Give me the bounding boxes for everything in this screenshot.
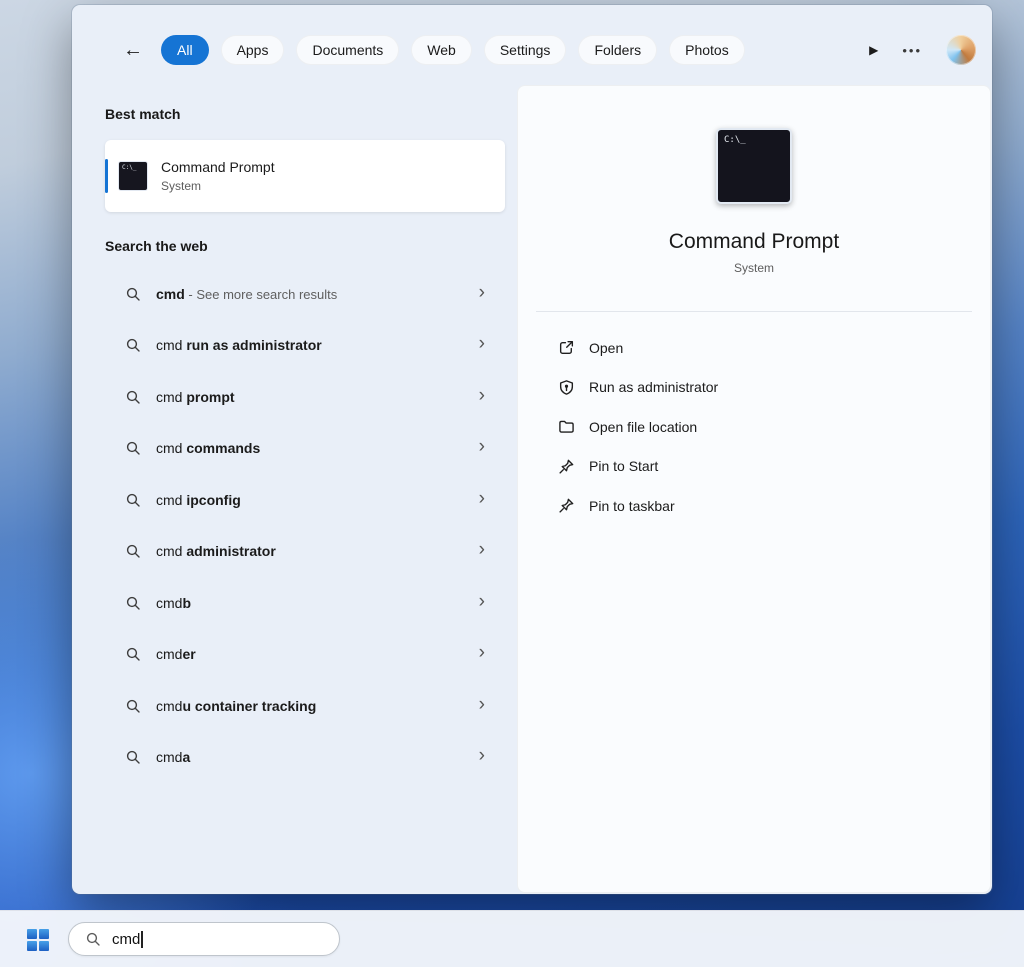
suggestion-text: cmdu container tracking (156, 698, 479, 714)
pin-icon (558, 497, 575, 514)
chevron-right-icon: › (479, 437, 485, 459)
web-section-heading: Search the web (105, 236, 505, 256)
best-match-heading: Best match (105, 104, 505, 124)
context-action[interactable]: Open file location (518, 407, 990, 447)
web-suggestion[interactable]: cmd administrator › (105, 526, 505, 578)
command-prompt-icon: C:\_ (118, 161, 148, 191)
taskbar-search-input[interactable]: cmd (68, 922, 340, 956)
search-icon (125, 749, 141, 765)
web-suggestion[interactable]: cmder › (105, 629, 505, 681)
pin-icon (558, 458, 575, 475)
filter-tabs-row: ← All Apps Documents Web Settings Folder… (116, 34, 976, 66)
context-action[interactable]: Run as administrator (518, 368, 990, 408)
chevron-right-icon: › (479, 386, 485, 408)
best-match-result[interactable]: C:\_ Command Prompt System (105, 140, 505, 212)
command-prompt-large-icon: C:\_ (716, 128, 792, 204)
chevron-right-icon: › (479, 746, 485, 768)
filter-tab[interactable]: Photos (669, 35, 745, 65)
web-suggestion[interactable]: cmd ipconfig › (105, 474, 505, 526)
search-filter-tabs: All Apps Documents Web Settings Folders … (161, 35, 745, 65)
web-suggestion[interactable]: cmda › (105, 732, 505, 784)
chevron-right-icon: › (479, 283, 485, 305)
filter-tab[interactable]: Apps (221, 35, 285, 65)
result-title: Command Prompt (161, 159, 275, 175)
suggestion-text: cmd run as administrator (156, 337, 479, 353)
back-button[interactable]: ← (116, 34, 150, 66)
back-arrow-icon: ← (123, 39, 143, 62)
header-actions: ▶ ••• (869, 35, 976, 65)
filter-tab[interactable]: Web (411, 35, 472, 65)
ellipsis-icon: ••• (902, 43, 922, 58)
search-icon (125, 646, 141, 662)
start-button[interactable] (16, 920, 60, 960)
start-search-panel: ← All Apps Documents Web Settings Folder… (72, 5, 992, 894)
suggestion-text: cmdb (156, 595, 479, 611)
result-subtitle: System (161, 179, 275, 193)
search-icon (125, 440, 141, 456)
preview-panel: C:\_ Command Prompt System Open Run as a… (517, 85, 991, 893)
context-action[interactable]: Pin to taskbar (518, 486, 990, 526)
copilot-icon[interactable] (946, 35, 976, 65)
search-icon (125, 595, 141, 611)
play-icon: ▶ (869, 43, 878, 57)
suggestion-text: cmda (156, 749, 479, 765)
suggestion-text: cmd ipconfig (156, 492, 479, 508)
suggestion-text: cmd administrator (156, 543, 479, 559)
chevron-right-icon: › (479, 643, 485, 665)
search-icon (85, 931, 101, 947)
filter-tab[interactable]: All (161, 35, 209, 65)
more-options-button[interactable]: ••• (902, 43, 922, 58)
preview-subtitle: System (518, 261, 990, 275)
web-suggestion[interactable]: cmd - See more search results › (105, 268, 505, 320)
chevron-right-icon: › (479, 592, 485, 614)
preview-title: Command Prompt (518, 230, 990, 254)
selection-accent-bar (105, 159, 108, 193)
search-icon (125, 286, 141, 302)
web-suggestion-list: cmd - See more search results › cmd run … (105, 268, 505, 783)
admin-icon (558, 379, 575, 396)
suggestion-text: cmder (156, 646, 479, 662)
suggestion-text: cmd commands (156, 440, 479, 456)
web-suggestion[interactable]: cmdb › (105, 577, 505, 629)
suggestion-text: cmd - See more search results (156, 286, 479, 302)
chevron-right-icon: › (479, 540, 485, 562)
search-icon (125, 337, 141, 353)
folder-icon (558, 418, 575, 435)
play-button[interactable]: ▶ (869, 43, 878, 57)
chevron-right-icon: › (479, 334, 485, 356)
web-suggestion[interactable]: cmdu container tracking › (105, 680, 505, 732)
search-value: cmd (112, 931, 140, 948)
search-icon (125, 698, 141, 714)
chevron-right-icon: › (479, 695, 485, 717)
search-icon (125, 389, 141, 405)
suggestion-text: cmd prompt (156, 389, 479, 405)
context-action[interactable]: Pin to Start (518, 447, 990, 487)
text-caret (141, 931, 143, 948)
search-icon (125, 543, 141, 559)
windows-logo-icon (27, 929, 49, 951)
web-suggestion[interactable]: cmd commands › (105, 423, 505, 475)
filter-tab[interactable]: Settings (484, 35, 567, 65)
results-column: Best match C:\_ Command Prompt System Se… (105, 104, 505, 783)
web-suggestion[interactable]: cmd run as administrator › (105, 320, 505, 372)
context-action[interactable]: Open (518, 328, 990, 368)
open-icon (558, 339, 575, 356)
chevron-right-icon: › (479, 489, 485, 511)
context-actions: Open Run as administrator Open file loca… (518, 328, 990, 526)
web-suggestion[interactable]: cmd prompt › (105, 371, 505, 423)
search-icon (125, 492, 141, 508)
taskbar: cmd ENG IN (0, 910, 1024, 967)
filter-tab[interactable]: Documents (296, 35, 399, 65)
preview-divider (536, 311, 972, 312)
filter-tab[interactable]: Folders (578, 35, 657, 65)
